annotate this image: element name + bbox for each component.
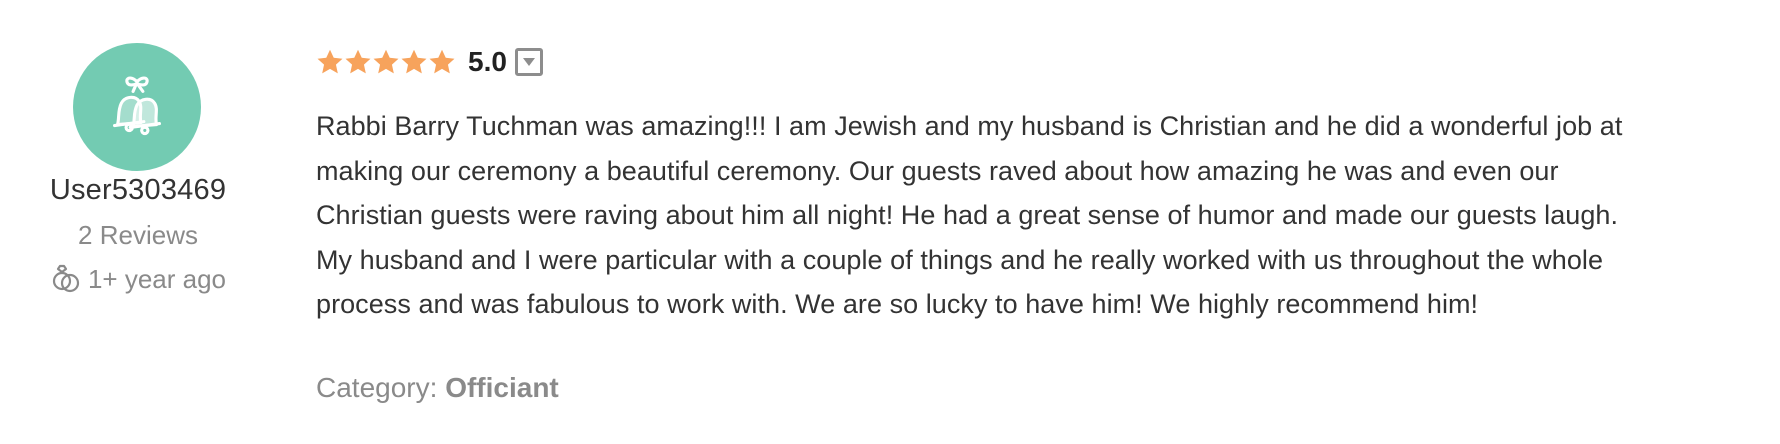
star-icon: [345, 49, 371, 74]
review-text-line: making our ceremony a beautiful ceremony…: [316, 155, 1559, 186]
review-text: Rabbi Barry Tuchman was amazing!!! I am …: [316, 104, 1756, 327]
star-icon: [373, 49, 399, 74]
review-text-line: Christian guests were raving about him a…: [316, 200, 1619, 230]
category-value[interactable]: Officiant: [445, 372, 559, 403]
review-text-line: Rabbi Barry Tuchman was amazing!!! I am …: [316, 111, 1623, 141]
star-icon: [401, 49, 427, 74]
review-content: 5.0 Rabbi Barry Tuchman was amazing!!! I…: [316, 0, 1756, 444]
review-date: 1+ year ago: [0, 262, 276, 296]
dropdown-toggle-icon: [522, 58, 535, 66]
review-text-line: My husband and I were particular with a …: [316, 244, 1604, 275]
author-review-count: 2 Reviews: [78, 220, 198, 250]
wedding-rings-icon: [50, 263, 82, 295]
star-icon: [429, 49, 455, 74]
review-category: Category: Officiant: [316, 370, 559, 406]
star-rating: [316, 42, 456, 82]
avatar[interactable]: [73, 43, 201, 171]
wedding-bells-icon: [113, 76, 161, 136]
review-date-text: 1+ year ago: [87, 264, 227, 294]
star-icon: [317, 49, 343, 74]
review-card: User5303469 2 Reviews 1+ year ago 5.0 Ra…: [0, 0, 1780, 444]
author-username[interactable]: User5303469: [0, 172, 276, 208]
review-author: User5303469 2 Reviews 1+ year ago: [0, 0, 276, 444]
rating-row: 5.0: [316, 42, 543, 82]
category-label: Category:: [316, 372, 438, 403]
review-text-line: process and was fabulous to work with. W…: [316, 289, 1479, 319]
rating-details-toggle[interactable]: [514, 48, 543, 76]
rating-value: 5.0: [468, 46, 507, 77]
